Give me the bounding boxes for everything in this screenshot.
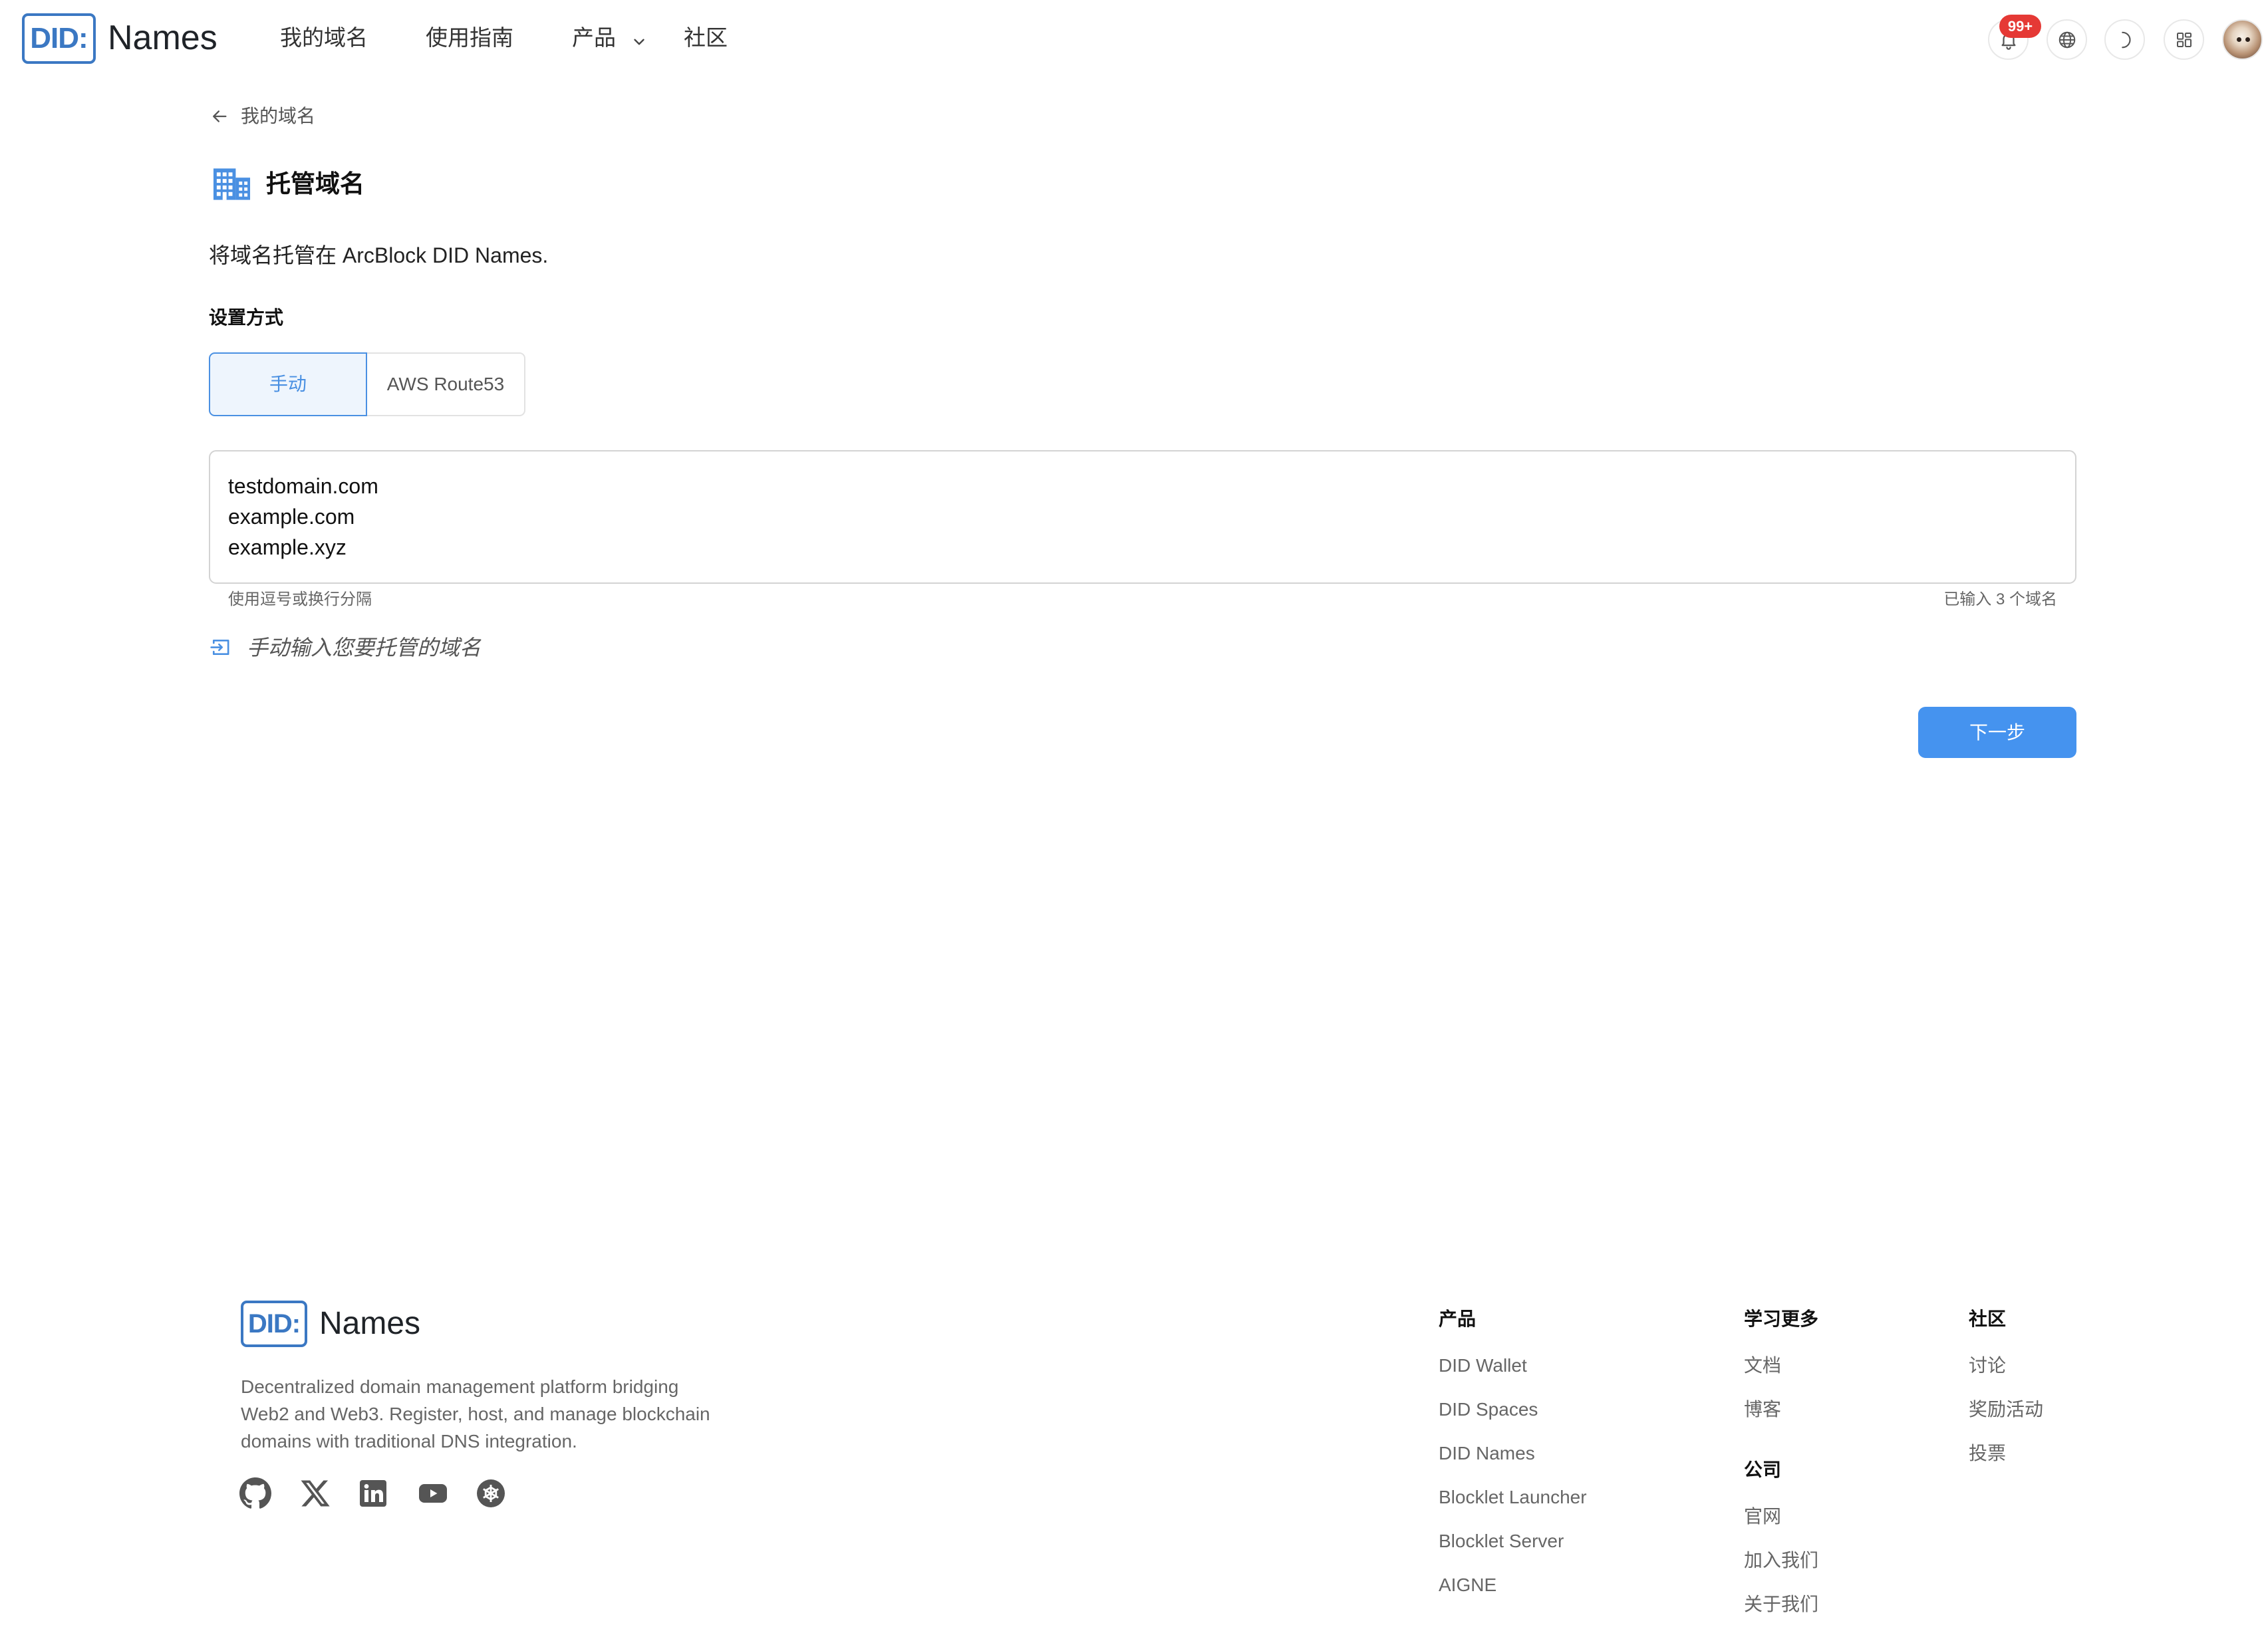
notification-badge: 99+ <box>1999 15 2041 38</box>
avatar[interactable] <box>2222 19 2263 60</box>
setup-method-tabs: 手动 AWS Route53 <box>209 352 525 416</box>
footer-description: Decentralized domain management platform… <box>241 1376 710 1452</box>
footer-link[interactable]: 加入我们 <box>1744 1547 1818 1574</box>
chevron-down-icon <box>631 29 648 46</box>
nav-products-label: 产品 <box>572 25 616 50</box>
footer-link[interactable]: Blocklet Launcher <box>1439 1484 1587 1511</box>
logo-mark[interactable]: DID: <box>22 13 96 64</box>
footer-heading: 公司 <box>1744 1459 1782 1480</box>
domains-input[interactable]: testdomain.com example.com example.xyz <box>209 450 2076 584</box>
footer-column-community: 社区 讨论 奖励活动 投票 <box>1969 1306 2043 1484</box>
logo-text[interactable]: Names <box>108 18 217 58</box>
page-title: 托管域名 <box>266 170 364 197</box>
footer-logo-text[interactable]: Names <box>319 1305 420 1342</box>
domains-field: testdomain.com example.com example.xyz <box>209 450 2076 584</box>
moon-icon <box>2115 30 2135 50</box>
nav-my-domains[interactable]: 我的域名 <box>280 23 368 53</box>
footer-link[interactable]: 官网 <box>1744 1503 1818 1530</box>
tab-manual[interactable]: 手动 <box>209 352 367 416</box>
footer-link[interactable]: DID Spaces <box>1439 1396 1587 1423</box>
footer-link[interactable]: 关于我们 <box>1744 1591 1818 1618</box>
top-bar: DID: Names 我的域名 使用指南 产品 社区 99+ <box>0 0 2268 64</box>
footer-link[interactable]: AIGNE <box>1439 1572 1587 1598</box>
linkedin-icon[interactable] <box>357 1477 389 1509</box>
back-link-label: 我的域名 <box>241 106 316 126</box>
tab-aws-route53[interactable]: AWS Route53 <box>367 352 525 416</box>
domains-helper-text: 使用逗号或换行分隔 <box>228 590 372 608</box>
page-description: 将域名托管在 ArcBlock DID Names. <box>209 243 549 267</box>
community-icon[interactable] <box>475 1477 507 1509</box>
footer-link[interactable]: 讨论 <box>1969 1352 2043 1379</box>
avatar-detail <box>2237 37 2241 42</box>
language-button[interactable] <box>2047 19 2087 60</box>
footer-column-products: 产品 DID Wallet DID Spaces DID Names Block… <box>1439 1306 1587 1616</box>
footer-column-learn-company: 学习更多 文档 博客 公司 官网 加入我们 关于我们 <box>1744 1306 1818 1635</box>
footer-heading: 社区 <box>1969 1309 2007 1329</box>
x-icon[interactable] <box>299 1477 331 1509</box>
footer-logo-mark[interactable]: DID: <box>241 1301 307 1347</box>
github-icon[interactable] <box>239 1477 271 1509</box>
grid-icon <box>2174 30 2194 50</box>
arrow-left-icon <box>210 107 229 126</box>
input-enter-icon <box>209 636 232 659</box>
theme-toggle-button[interactable] <box>2104 19 2145 60</box>
building-icon <box>212 167 251 201</box>
manual-input-hint: 手动输入您要托管的域名 <box>247 636 482 660</box>
footer-heading: 学习更多 <box>1744 1309 1819 1329</box>
nav-community[interactable]: 社区 <box>684 23 728 53</box>
footer-link[interactable]: DID Names <box>1439 1440 1587 1467</box>
footer-link[interactable]: 奖励活动 <box>1969 1396 2043 1423</box>
globe-icon <box>2057 30 2077 50</box>
footer-link[interactable]: 博客 <box>1744 1396 1818 1423</box>
setup-method-label: 设置方式 <box>209 307 284 328</box>
footer-link[interactable]: Blocklet Server <box>1439 1528 1587 1555</box>
avatar-detail <box>2245 37 2250 42</box>
nav-products[interactable]: 产品 <box>572 23 648 53</box>
footer-link[interactable]: 文档 <box>1744 1352 1818 1379</box>
apps-button[interactable] <box>2164 19 2204 60</box>
youtube-icon[interactable] <box>417 1477 449 1509</box>
footer-heading: 产品 <box>1439 1309 1477 1329</box>
domains-count: 已输入 3 个域名 <box>1943 590 2057 608</box>
footer-link[interactable]: 投票 <box>1969 1440 2043 1467</box>
footer-link[interactable]: DID Wallet <box>1439 1352 1587 1379</box>
nav-guide[interactable]: 使用指南 <box>426 23 513 53</box>
next-step-button[interactable]: 下一步 <box>1918 707 2076 758</box>
